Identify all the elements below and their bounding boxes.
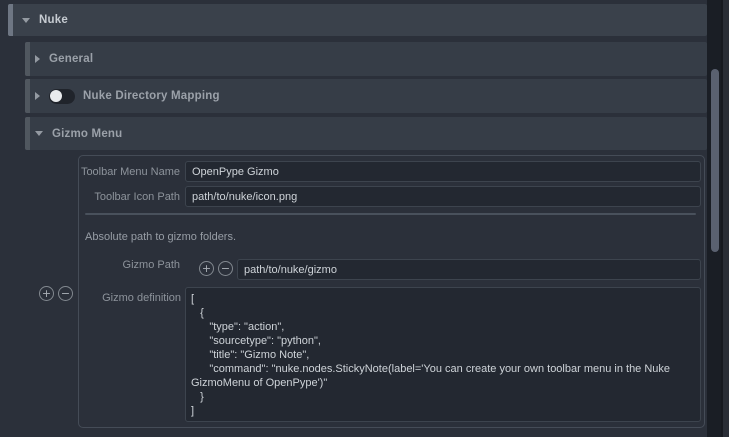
section-accent-bar (25, 42, 30, 76)
gizmo-path-input[interactable] (237, 259, 701, 280)
gizmo-folders-caption: Absolute path to gizmo folders. (85, 231, 236, 243)
gizmo-definition-label: Gizmo definition (78, 292, 181, 304)
divider (85, 213, 696, 215)
gizmo-definition-textarea[interactable]: [ { "type": "action", "sourcetype": "pyt… (185, 287, 701, 422)
add-item-button[interactable]: + (39, 286, 54, 301)
section-header-nuke[interactable]: Nuke (8, 4, 707, 36)
section-title-gizmo-menu: Gizmo Menu (52, 128, 122, 140)
scrollbar-thumb[interactable] (711, 69, 719, 252)
gizmo-path-label: Gizmo Path (78, 259, 180, 271)
chevron-down-icon (35, 131, 43, 136)
section-accent-bar (25, 117, 30, 150)
window-edge-strip (723, 0, 729, 437)
remove-path-button[interactable]: − (218, 261, 233, 276)
section-header-nuke-directory-mapping[interactable]: Nuke Directory Mapping (25, 79, 707, 113)
enabled-toggle[interactable] (49, 89, 75, 104)
add-path-button[interactable]: + (199, 261, 214, 276)
toggle-knob (50, 90, 62, 102)
section-title-general: General (49, 53, 93, 65)
section-title-nuke-directory-mapping: Nuke Directory Mapping (83, 90, 220, 102)
toolbar-icon-path-label: Toolbar Icon Path (78, 191, 180, 203)
toolbar-menu-name-label: Toolbar Menu Name (78, 166, 180, 178)
section-header-general[interactable]: General (25, 42, 707, 76)
toolbar-menu-name-input[interactable] (185, 161, 701, 182)
section-title-nuke: Nuke (39, 14, 68, 26)
chevron-right-icon (35, 92, 40, 100)
chevron-right-icon (35, 55, 40, 63)
chevron-down-icon (22, 18, 30, 23)
section-header-gizmo-menu[interactable]: Gizmo Menu (25, 117, 707, 150)
section-accent-bar (25, 79, 30, 113)
remove-item-button[interactable]: − (58, 286, 73, 301)
toolbar-icon-path-input[interactable] (185, 186, 701, 207)
section-accent-bar (8, 4, 13, 36)
